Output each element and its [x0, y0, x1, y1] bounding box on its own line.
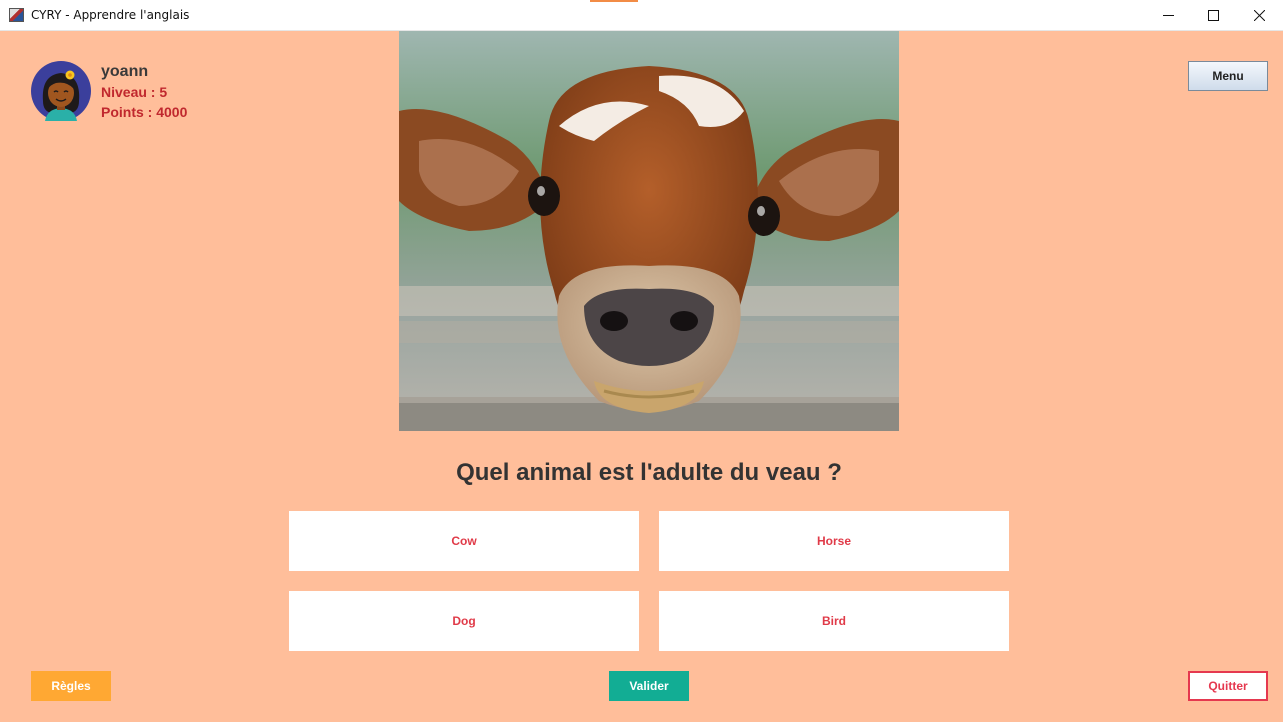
quiz-panel: yoann Niveau : 5 Points : 4000 Menu Quel… — [0, 31, 1283, 722]
minimize-button[interactable] — [1145, 0, 1191, 30]
maximize-button[interactable] — [1190, 0, 1236, 30]
avatar-girl-icon — [31, 61, 91, 121]
calf-photo — [399, 31, 899, 431]
user-name: yoann — [101, 63, 149, 80]
title-bar: CYRY - Apprendre l'anglais — [0, 0, 1283, 31]
answer-button-cow[interactable]: Cow — [289, 511, 639, 571]
answer-button-horse[interactable]: Horse — [659, 511, 1009, 571]
app-icon — [9, 8, 24, 22]
minimize-icon — [1162, 14, 1174, 16]
user-level: Niveau : 5 — [101, 84, 168, 100]
rules-button[interactable]: Règles — [31, 671, 111, 701]
close-icon — [1253, 9, 1265, 21]
answer-button-bird[interactable]: Bird — [659, 591, 1009, 651]
quit-button[interactable]: Quitter — [1188, 671, 1268, 701]
maximize-icon — [1207, 9, 1219, 21]
answer-button-dog[interactable]: Dog — [289, 591, 639, 651]
close-button[interactable] — [1236, 0, 1282, 30]
validate-button[interactable]: Valider — [609, 671, 689, 701]
window-title: CYRY - Apprendre l'anglais — [31, 8, 190, 22]
menu-button[interactable]: Menu — [1188, 61, 1268, 91]
question-text: Quel animal est l'adulte du veau ? — [456, 459, 842, 486]
user-points: Points : 4000 — [101, 104, 188, 120]
title-accent — [590, 0, 638, 2]
